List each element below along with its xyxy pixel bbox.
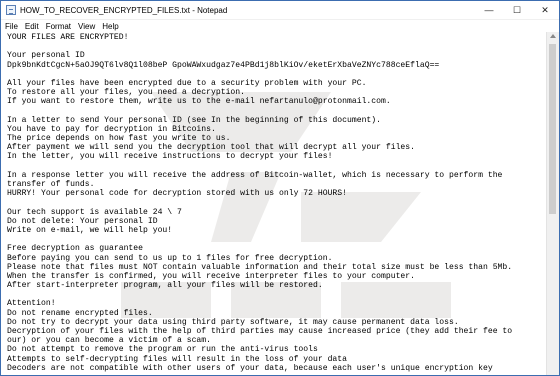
text-line: Attention! xyxy=(7,299,56,309)
menu-file[interactable]: File xyxy=(5,22,18,31)
text-line xyxy=(7,107,547,116)
text-line: In the letter, you will receive instruct… xyxy=(7,152,333,162)
text-editor[interactable]: YOUR FILES ARE ENCRYPTED! Your personal I… xyxy=(1,32,547,375)
scroll-up-arrow-icon[interactable] xyxy=(550,34,556,38)
text-line: YOUR FILES ARE ENCRYPTED! xyxy=(7,33,129,42)
text-line: You have to pay for decryption in Bitcoi… xyxy=(7,124,216,134)
text-line: Do not delete: Your personal ID xyxy=(7,216,158,226)
text-line: Write on e-mail, we will help you! xyxy=(7,225,173,235)
menu-view[interactable]: View xyxy=(78,22,95,31)
text-line xyxy=(7,162,547,171)
text-line: Dpk9bnKdtCgcN+5aOJ9QT6lv8Q1l08beP GpoWAW… xyxy=(7,60,440,70)
text-line: Please note that files must NOT contain … xyxy=(7,262,513,272)
vertical-scrollbar[interactable] xyxy=(546,32,559,375)
menu-format[interactable]: Format xyxy=(46,22,71,31)
scrollbar-thumb[interactable] xyxy=(549,44,556,214)
text-line: Do not attempt to remove the program or … xyxy=(7,345,318,355)
text-line: After payment we will send you the decry… xyxy=(7,143,415,153)
text-line xyxy=(7,290,547,299)
text-line: All your files have been encrypted due t… xyxy=(7,78,367,88)
text-line: Before paying you can send to us up to 1… xyxy=(7,253,333,263)
text-line: Do not rename encrypted files. xyxy=(7,308,153,318)
text-line: After start-interpreter program, all you… xyxy=(7,281,323,291)
close-button[interactable]: ✕ xyxy=(531,1,559,19)
text-line: When the transfer is confirmed, you will… xyxy=(7,271,415,281)
text-line xyxy=(7,198,547,207)
text-line xyxy=(7,70,547,79)
title-bar[interactable]: HOW_TO_RECOVER_ENCRYPTED_FILES.txt - Not… xyxy=(1,1,559,20)
menu-help[interactable]: Help xyxy=(102,22,118,31)
text-line: Your personal ID xyxy=(7,51,85,61)
text-line: Our tech support is available 24 \ 7 xyxy=(7,207,182,217)
text-line xyxy=(7,42,547,51)
window-title: HOW_TO_RECOVER_ENCRYPTED_FILES.txt - Not… xyxy=(20,5,228,15)
text-line: If you want to restore them, write us to… xyxy=(7,97,391,107)
text-line: In a letter to send Your personal ID (se… xyxy=(7,115,381,125)
text-line: Decryption of your files with the help o… xyxy=(7,327,513,336)
text-line: transfer of funds. xyxy=(7,180,95,189)
text-line: Attempts to self-decrypting files will r… xyxy=(7,354,347,364)
text-line: HURRY! Your personal code for decryption… xyxy=(7,189,347,199)
text-line: Decoders are not compatible with other u… xyxy=(7,363,493,373)
text-line: To restore all your files, you need a de… xyxy=(7,88,245,98)
minimize-button[interactable]: — xyxy=(475,1,503,19)
notepad-window: HOW_TO_RECOVER_ENCRYPTED_FILES.txt - Not… xyxy=(0,0,560,376)
text-line: In a response letter you will receive th… xyxy=(7,170,503,180)
text-line: our) or you can become a victim of a sca… xyxy=(7,336,211,346)
menu-bar: File Edit Format View Help xyxy=(1,20,559,32)
text-line: Free decryption as guarantee xyxy=(7,244,143,254)
notepad-icon xyxy=(6,5,16,15)
menu-edit[interactable]: Edit xyxy=(25,22,39,31)
text-line: The price depends on how fast you write … xyxy=(7,134,231,144)
text-line: Do not try to decrypt your data using th… xyxy=(7,317,459,327)
maximize-button[interactable]: ☐ xyxy=(503,1,531,19)
text-line xyxy=(7,235,547,244)
